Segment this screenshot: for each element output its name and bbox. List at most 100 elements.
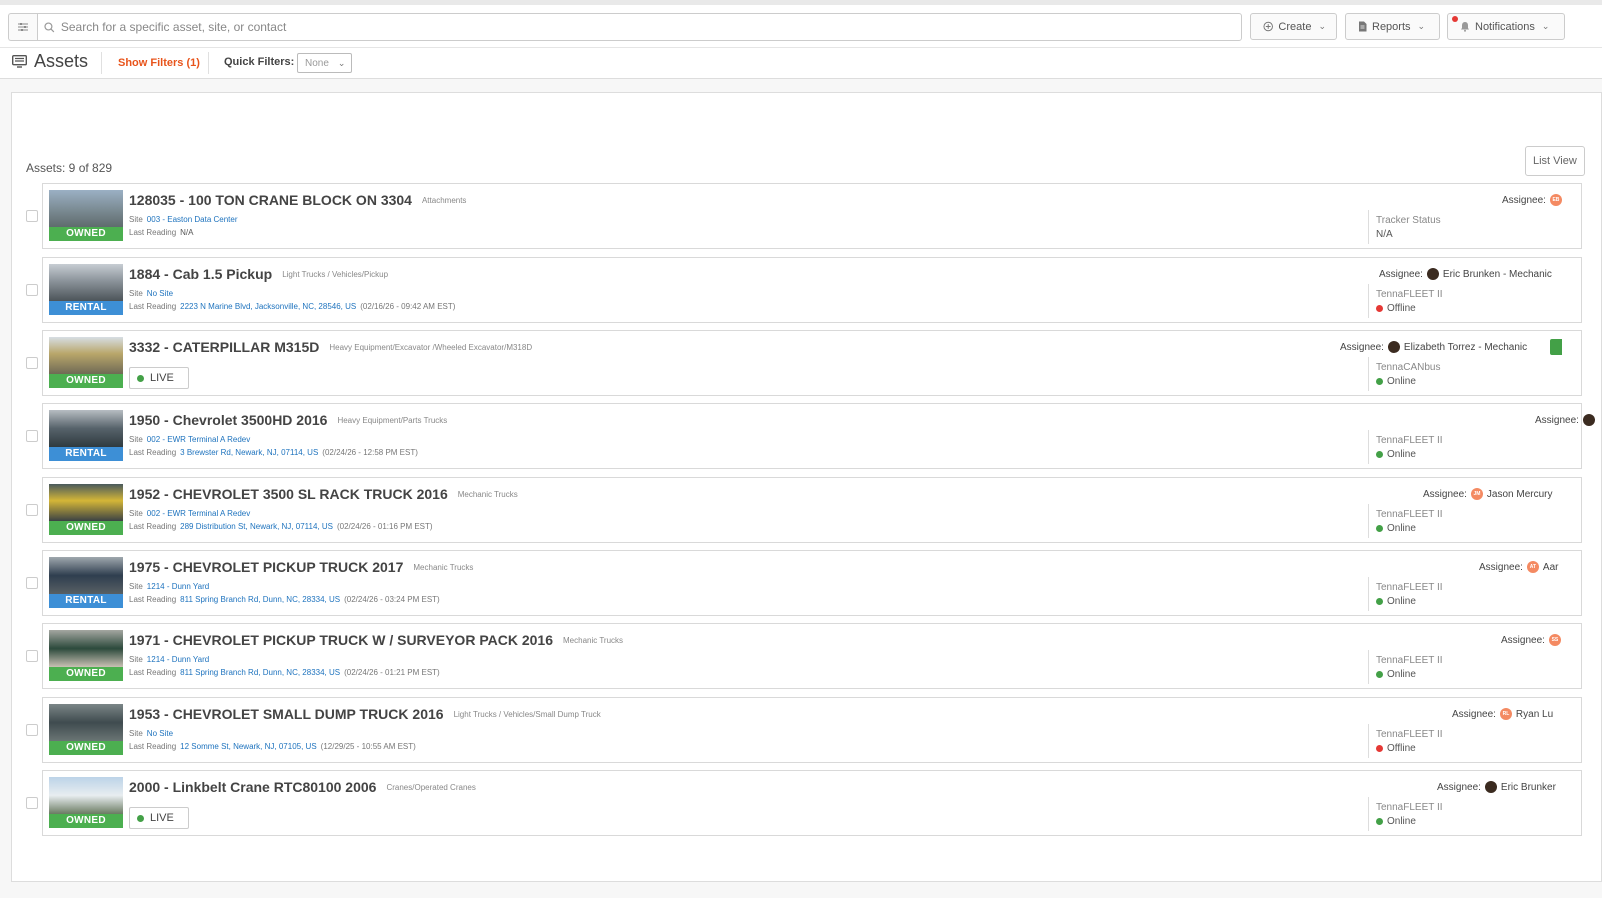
- live-label: LIVE: [150, 372, 174, 384]
- site-link[interactable]: 002 - EWR Terminal A Redev: [147, 435, 250, 444]
- site-label: Site: [129, 582, 143, 591]
- asset-category: Mechanic Trucks: [563, 636, 624, 645]
- asset-name[interactable]: 1950 - Chevrolet 3500HD 2016 Heavy Equipm…: [129, 412, 447, 428]
- create-button[interactable]: Create ⌄: [1250, 13, 1337, 40]
- ownership-badge: OWNED: [49, 374, 123, 388]
- asset-name[interactable]: 1971 - CHEVROLET PICKUP TRUCK W / SURVEY…: [129, 632, 623, 648]
- online-status-icon: [1376, 598, 1383, 605]
- asset-row[interactable]: OWNED 3332 - CATERPILLAR M315D Heavy Equip…: [42, 330, 1582, 396]
- tracker-status: Online: [1376, 523, 1416, 534]
- assignee[interactable]: Assignee: SS: [1501, 634, 1561, 646]
- reports-button[interactable]: Reports ⌄: [1345, 13, 1440, 40]
- asset-category: Cranes/Operated Cranes: [386, 783, 476, 792]
- site-link[interactable]: 002 - EWR Terminal A Redev: [147, 509, 250, 518]
- asset-name[interactable]: 1884 - Cab 1.5 Pickup Light Trucks / Vehi…: [129, 266, 388, 282]
- assignee-name[interactable]: Ryan Lu: [1516, 709, 1553, 720]
- last-reading-label: Last Reading: [129, 742, 177, 751]
- site-link[interactable]: No Site: [147, 289, 173, 298]
- list-view-button[interactable]: List View: [1525, 146, 1585, 176]
- live-badge[interactable]: LIVE: [129, 807, 189, 829]
- assignee[interactable]: Assignee: AT Aar: [1479, 561, 1558, 573]
- last-reading-address[interactable]: 289 Distribution St, Newark, NJ, 07114, …: [180, 522, 333, 531]
- last-reading-address[interactable]: 3 Brewster Rd, Newark, NJ, 07114, US: [180, 448, 318, 457]
- asset-name[interactable]: 2000 - Linkbelt Crane RTC80100 2006 Crane…: [129, 779, 476, 795]
- asset-name[interactable]: 1953 - CHEVROLET SMALL DUMP TRUCK 2016 Li…: [129, 706, 601, 722]
- tracker-type: TennaFLEET II: [1376, 802, 1443, 813]
- tracker-type: TennaFLEET II: [1376, 655, 1443, 666]
- ownership-badge: OWNED: [49, 667, 123, 681]
- site-link[interactable]: 1214 - Dunn Yard: [147, 582, 209, 591]
- asset-thumbnail[interactable]: OWNED: [49, 777, 123, 828]
- asset-row[interactable]: RENTAL 1975 - CHEVROLET PICKUP TRUCK 2017…: [42, 550, 1582, 616]
- row-checkbox[interactable]: [26, 430, 38, 442]
- row-checkbox[interactable]: [26, 357, 38, 369]
- last-reading-address[interactable]: 2223 N Marine Blvd, Jacksonville, NC, 28…: [180, 302, 356, 311]
- row-checkbox[interactable]: [26, 284, 38, 296]
- ownership-badge: RENTAL: [49, 301, 123, 315]
- asset-row[interactable]: OWNED 1953 - CHEVROLET SMALL DUMP TRUCK 2…: [42, 697, 1582, 763]
- action-indicator[interactable]: [1550, 339, 1562, 355]
- last-reading-time: (02/24/26 - 01:21 PM EST): [344, 668, 440, 677]
- asset-row[interactable]: OWNED 1971 - CHEVROLET PICKUP TRUCK W / S…: [42, 623, 1582, 689]
- asset-thumbnail[interactable]: OWNED: [49, 190, 123, 241]
- assignee[interactable]: Assignee: EB: [1502, 194, 1562, 206]
- assignee[interactable]: Assignee:: [1535, 414, 1595, 426]
- assignee[interactable]: Assignee: Eric Brunken - Mechanic: [1379, 268, 1552, 280]
- asset-category: Light Trucks / Vehicles/Small Dump Truck: [453, 710, 601, 719]
- assignee-name[interactable]: Eric Brunker: [1501, 782, 1556, 793]
- asset-thumbnail[interactable]: RENTAL: [49, 410, 123, 461]
- row-checkbox[interactable]: [26, 504, 38, 516]
- asset-thumbnail[interactable]: RENTAL: [49, 264, 123, 315]
- asset-thumbnail[interactable]: OWNED: [49, 630, 123, 681]
- last-reading-address[interactable]: 811 Spring Branch Rd, Dunn, NC, 28334, U…: [180, 595, 340, 604]
- assignee-name[interactable]: Aar: [1543, 562, 1559, 573]
- asset-name[interactable]: 3332 - CATERPILLAR M315D Heavy Equipment/…: [129, 339, 532, 355]
- assignee[interactable]: Assignee: JM Jason Mercury: [1423, 488, 1553, 500]
- assignee-name[interactable]: Elizabeth Torrez - Mechanic: [1404, 342, 1527, 353]
- asset-row[interactable]: OWNED 128035 - 100 TON CRANE BLOCK ON 330…: [42, 183, 1582, 249]
- last-reading-line: Last Reading 3 Brewster Rd, Newark, NJ, 0…: [129, 448, 418, 457]
- asset-thumbnail[interactable]: OWNED: [49, 704, 123, 755]
- quick-filters-select[interactable]: None ⌄: [297, 53, 352, 73]
- asset-photo: [49, 337, 123, 374]
- assignee-name[interactable]: Jason Mercury: [1487, 489, 1553, 500]
- assignee-name[interactable]: Eric Brunken - Mechanic: [1443, 269, 1552, 280]
- row-checkbox[interactable]: [26, 210, 38, 222]
- asset-row[interactable]: RENTAL 1884 - Cab 1.5 Pickup Light Trucks …: [42, 257, 1582, 323]
- site-line: Site 002 - EWR Terminal A Redev: [129, 435, 250, 444]
- site-link[interactable]: 003 - Easton Data Center: [147, 215, 238, 224]
- site-link[interactable]: No Site: [147, 729, 173, 738]
- asset-thumbnail[interactable]: OWNED: [49, 484, 123, 535]
- assignee[interactable]: Assignee: RL Ryan Lu: [1452, 708, 1553, 720]
- asset-row[interactable]: OWNED 2000 - Linkbelt Crane RTC80100 2006…: [42, 770, 1582, 836]
- asset-name[interactable]: 1952 - CHEVROLET 3500 SL RACK TRUCK 2016…: [129, 486, 518, 502]
- asset-name[interactable]: 128035 - 100 TON CRANE BLOCK ON 3304 Atta…: [129, 192, 466, 208]
- last-reading-address[interactable]: 811 Spring Branch Rd, Dunn, NC, 28334, U…: [180, 668, 340, 677]
- show-filters-link[interactable]: Show Filters (1): [118, 57, 200, 69]
- asset-row[interactable]: RENTAL 1950 - Chevrolet 3500HD 2016 Heavy …: [42, 403, 1595, 469]
- assignee-label: Assignee:: [1379, 268, 1423, 280]
- site-link[interactable]: 1214 - Dunn Yard: [147, 655, 209, 664]
- assignee[interactable]: Assignee: Elizabeth Torrez - Mechanic: [1340, 341, 1527, 353]
- live-badge[interactable]: LIVE: [129, 367, 189, 389]
- asset-photo: [49, 630, 123, 667]
- online-status-icon: [1376, 818, 1383, 825]
- asset-thumbnail[interactable]: OWNED: [49, 337, 123, 388]
- asset-thumbnail[interactable]: RENTAL: [49, 557, 123, 608]
- search-box[interactable]: [37, 13, 1242, 41]
- row-checkbox[interactable]: [26, 724, 38, 736]
- last-reading-address[interactable]: 12 Somme St, Newark, NJ, 07105, US: [180, 742, 317, 751]
- status-text: Online: [1387, 669, 1416, 680]
- notifications-button[interactable]: Notifications ⌄: [1447, 13, 1565, 40]
- search-input[interactable]: [60, 20, 1241, 34]
- asset-name[interactable]: 1975 - CHEVROLET PICKUP TRUCK 2017 Mechan…: [129, 559, 473, 575]
- row-checkbox[interactable]: [26, 797, 38, 809]
- filter-toggle-button[interactable]: [8, 13, 37, 41]
- asset-row[interactable]: OWNED 1952 - CHEVROLET 3500 SL RACK TRUCK…: [42, 477, 1582, 543]
- assignee[interactable]: Assignee: Eric Brunker: [1437, 781, 1556, 793]
- row-checkbox[interactable]: [26, 577, 38, 589]
- create-label: Create: [1278, 20, 1312, 33]
- live-label: LIVE: [150, 812, 174, 824]
- row-checkbox[interactable]: [26, 650, 38, 662]
- last-reading-label: Last Reading: [129, 448, 177, 457]
